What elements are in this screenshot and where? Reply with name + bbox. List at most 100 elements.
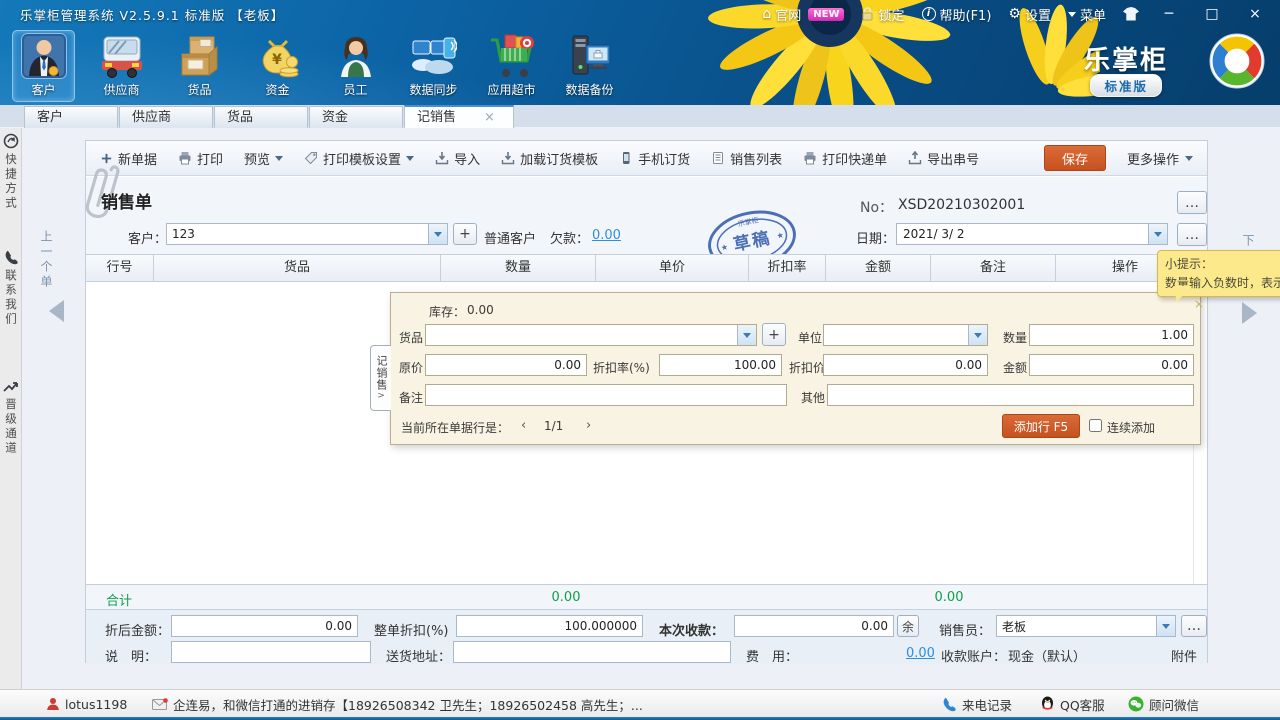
nav-data-sync[interactable]: 数据同步 xyxy=(402,30,465,102)
mobile-order-button[interactable]: 手机订货 xyxy=(619,149,690,168)
maximize-button[interactable]: □ xyxy=(1199,6,1225,22)
tab-funds[interactable]: 资金 xyxy=(309,106,403,128)
shirt-icon xyxy=(1123,7,1139,21)
orig-price-input xyxy=(425,354,587,376)
list-icon xyxy=(711,151,725,165)
discounted-amount-field[interactable] xyxy=(172,616,357,636)
date-picker[interactable]: 2021/ 3/ 2 xyxy=(896,223,1168,245)
home-icon: ⌂ xyxy=(762,7,771,21)
add-row-button[interactable]: 添加行 F5 xyxy=(1002,414,1080,438)
remark-field[interactable] xyxy=(426,385,786,405)
rail-upgrade-channel[interactable]: 晋级通道 xyxy=(0,380,22,456)
tooltip-close-icon[interactable]: × xyxy=(1194,295,1204,314)
chevron-down-icon[interactable] xyxy=(1148,224,1167,244)
svg-text:★: ★ xyxy=(776,230,785,240)
date-more-button[interactable]: … xyxy=(1177,223,1207,246)
nav-goods[interactable]: 货品 xyxy=(168,30,231,102)
customer-combobox[interactable]: 123 xyxy=(166,223,448,245)
add-goods-button[interactable]: + xyxy=(762,323,786,346)
goods-combobox[interactable] xyxy=(425,324,757,346)
nav-label: 资金 xyxy=(265,81,289,98)
note-field[interactable] xyxy=(172,642,370,662)
other-field[interactable] xyxy=(828,385,1193,405)
more-actions-button[interactable]: 更多操作 xyxy=(1127,149,1193,168)
nav-data-backup[interactable]: 数据备份 xyxy=(558,30,621,102)
import-button[interactable]: 导入 xyxy=(435,149,480,168)
discount-rate-field[interactable] xyxy=(660,355,781,375)
print-template-button[interactable]: 打印模板设置 xyxy=(304,149,414,168)
export-serial-button[interactable]: 导出串号 xyxy=(908,149,979,168)
settings-button[interactable]: ⚙ 设置 xyxy=(1008,5,1051,24)
save-button[interactable]: 保存 xyxy=(1044,145,1106,171)
attachment-button[interactable]: 附件 xyxy=(1171,646,1197,665)
orig-price-field[interactable] xyxy=(426,355,586,375)
amount-field[interactable] xyxy=(1030,355,1193,375)
add-customer-button[interactable]: + xyxy=(453,223,477,245)
lock-icon xyxy=(861,7,874,21)
chevron-down-icon[interactable] xyxy=(428,224,447,244)
discount-price-field[interactable] xyxy=(824,355,987,375)
print-button[interactable]: 打印 xyxy=(178,149,223,168)
skin-button[interactable] xyxy=(1123,7,1139,21)
salesman-combobox[interactable]: 老板 xyxy=(996,615,1176,637)
pager-prev-icon[interactable]: ‹ xyxy=(521,418,526,433)
rail-shortcuts[interactable]: 快捷方式 xyxy=(0,133,22,211)
qq-penguin-icon xyxy=(1040,696,1055,712)
chevron-down-icon[interactable] xyxy=(1156,616,1175,636)
salesman-more-button[interactable]: … xyxy=(1181,615,1207,637)
official-site-link[interactable]: ⌂ 官网 xyxy=(762,5,801,24)
tag-icon xyxy=(304,151,318,165)
customer-label: 客户： xyxy=(128,228,167,247)
chevron-down-icon[interactable] xyxy=(737,325,756,345)
qq-service-button[interactable]: QQ客服 xyxy=(1040,690,1105,718)
unit-combobox[interactable] xyxy=(823,324,988,346)
svg-text:¥: ¥ xyxy=(272,52,282,68)
tab-goods[interactable]: 货品 xyxy=(214,106,308,128)
tab-close-icon[interactable]: × xyxy=(484,111,495,124)
nav-funds[interactable]: ¥ 资金 xyxy=(246,30,309,102)
help-button[interactable]: i 帮助(F1) xyxy=(922,5,992,24)
continuous-add-checkbox[interactable] xyxy=(1089,419,1102,432)
nav-employees[interactable]: 员工 xyxy=(324,30,387,102)
remark-label: 备注 xyxy=(399,389,423,406)
sales-list-button[interactable]: 销售列表 xyxy=(711,149,782,168)
address-field[interactable] xyxy=(454,642,730,662)
minimize-button[interactable]: ─ xyxy=(1156,6,1182,22)
tab-record-sale[interactable]: 记销售 × xyxy=(404,105,514,128)
whole-discount-field[interactable] xyxy=(457,616,642,636)
chevron-down-icon[interactable] xyxy=(968,325,987,345)
prev-doc-arrow-icon[interactable] xyxy=(38,300,64,322)
load-order-template-button[interactable]: 加载订货模板 xyxy=(501,149,598,168)
print-express-button[interactable]: 打印快递单 xyxy=(803,149,887,168)
customer-photo-icon xyxy=(21,33,67,79)
order-no-label: No： xyxy=(860,197,893,217)
qty-field[interactable] xyxy=(1030,325,1193,345)
next-doc-arrow-icon[interactable] xyxy=(1242,302,1268,324)
advisor-wechat-button[interactable]: 顾问微信 xyxy=(1128,690,1199,718)
nav-app-market[interactable]: 应用超市 xyxy=(480,30,543,102)
preview-button[interactable]: 预览 xyxy=(244,149,283,168)
tab-customers[interactable]: 客户 xyxy=(24,106,118,128)
lock-button[interactable]: 锁定 xyxy=(861,5,904,24)
nav-customers[interactable]: 客户 xyxy=(12,30,75,102)
account-value[interactable]: 现金（默认） xyxy=(1008,646,1086,665)
tab-suppliers[interactable]: 供应商 xyxy=(119,106,213,128)
order-no-more-button[interactable]: … xyxy=(1177,191,1207,214)
amount-input xyxy=(1029,354,1194,376)
col-header: 数量 xyxy=(441,255,596,281)
nav-label: 货品 xyxy=(187,81,211,98)
debt-amount-link[interactable]: 0.00 xyxy=(592,228,621,243)
prev-doc-nav[interactable]: 上一个单 xyxy=(38,230,55,290)
balance-button[interactable]: 余 xyxy=(897,615,919,637)
nav-suppliers[interactable]: 供应商 xyxy=(90,30,153,102)
record-sale-side-tab[interactable]: 记销售 > xyxy=(370,345,391,411)
main-nav: 客户 供应商 xyxy=(12,30,621,102)
payment-field[interactable] xyxy=(735,616,893,636)
continuous-add-label: 连续添加 xyxy=(1107,419,1155,436)
close-button[interactable]: × xyxy=(1242,6,1268,22)
pager-next-icon[interactable]: › xyxy=(586,418,591,433)
menu-button[interactable]: 菜单 xyxy=(1068,5,1106,24)
rail-contact-us[interactable]: 联系我们 xyxy=(0,250,22,327)
call-log-button[interactable]: 来电记录 xyxy=(942,690,1012,718)
fee-amount-link[interactable]: 0.00 xyxy=(906,646,935,661)
